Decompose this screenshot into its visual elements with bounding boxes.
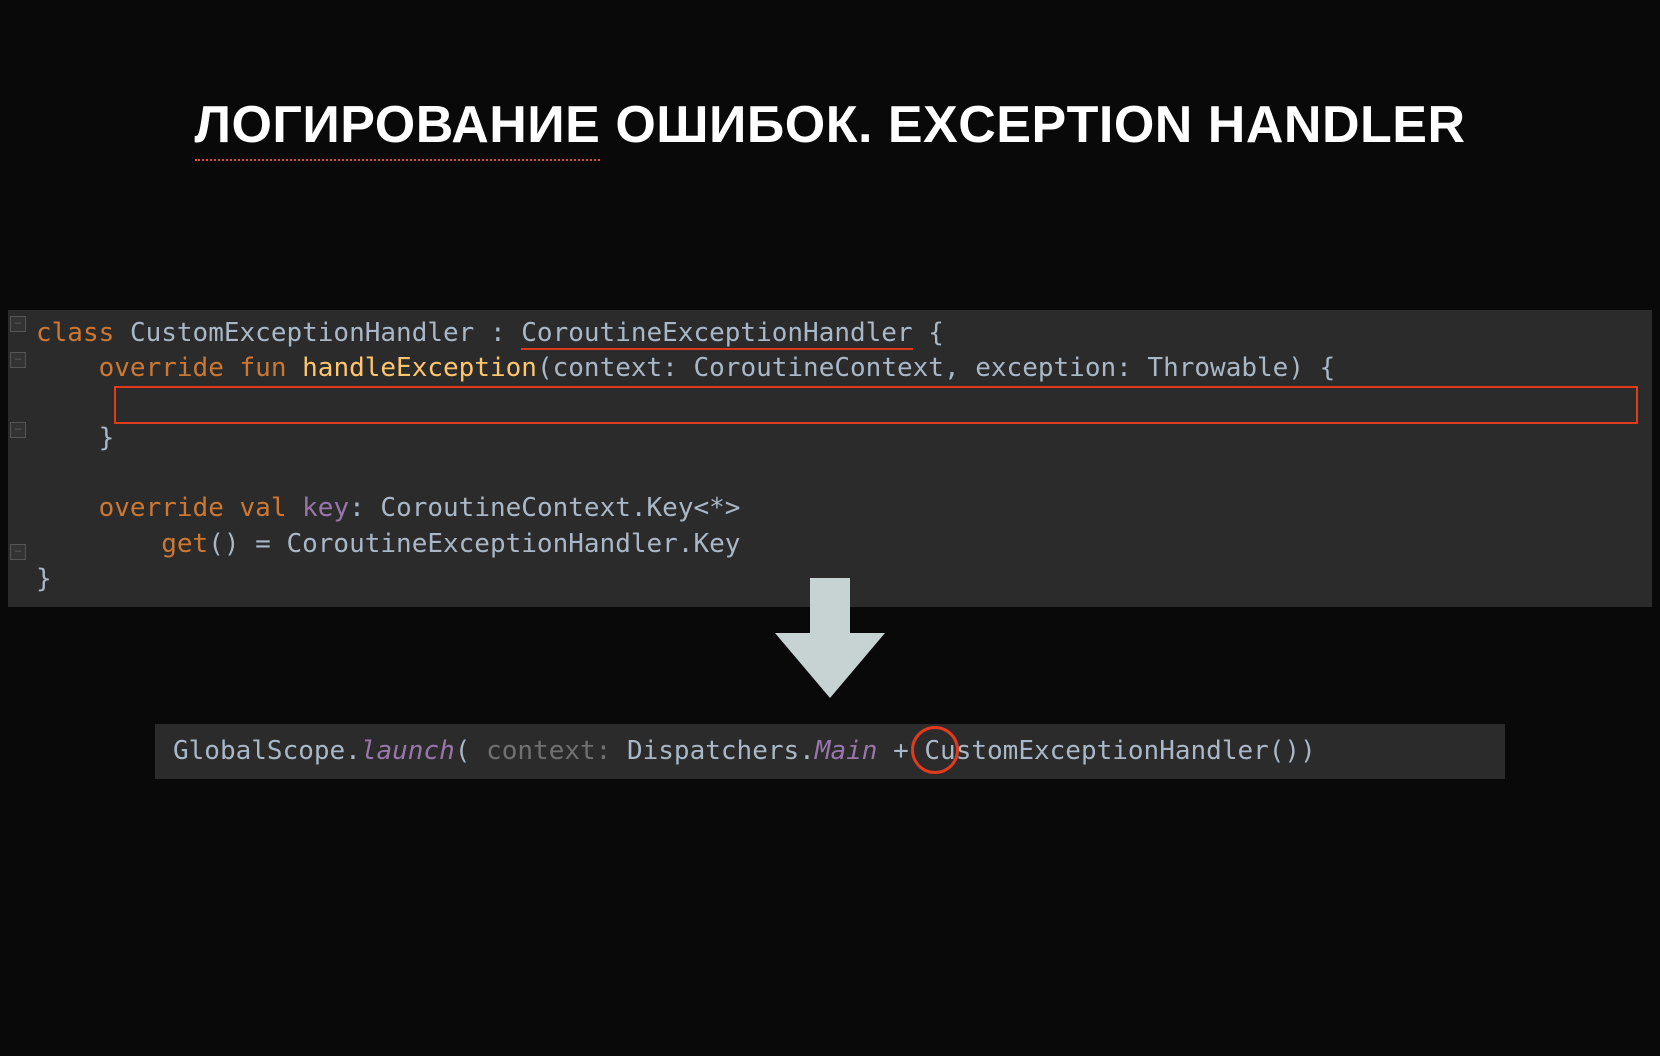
code-line: override fun handleException(context: Co… — [8, 351, 1652, 386]
title-rest: ОШИБОК. EXCEPTION HANDLER — [615, 96, 1465, 154]
fold-marker-icon: − — [10, 544, 26, 560]
slide: ЛОГИРОВАНИЕ ОШИБОК. EXCEPTION HANDLER − … — [0, 0, 1660, 1056]
title-underlined-word: ЛОГИРОВАНИЕ — [195, 95, 601, 155]
slide-title: ЛОГИРОВАНИЕ ОШИБОК. EXCEPTION HANDLER — [0, 95, 1660, 155]
editor-gutter: − − − − — [8, 314, 26, 603]
fold-marker-icon: − — [10, 316, 26, 332]
code-line: } — [8, 421, 1652, 456]
code-block-usage: GlobalScope.launch( context: Dispatchers… — [155, 724, 1505, 779]
code-line: override val key: CoroutineContext.Key<*… — [8, 491, 1652, 526]
code-line: get() = CoroutineExceptionHandler.Key — [8, 527, 1652, 562]
code-line: GlobalScope.launch( context: Dispatchers… — [169, 734, 1491, 769]
code-block-class: − − − − class CustomExceptionHandler : C… — [8, 310, 1652, 607]
code-line — [8, 386, 1652, 421]
code-line — [8, 456, 1652, 491]
code-line: class CustomExceptionHandler : Coroutine… — [8, 316, 1652, 351]
arrow-down-icon — [775, 578, 885, 698]
fold-marker-icon: − — [10, 422, 26, 438]
fold-marker-icon: − — [10, 352, 26, 368]
